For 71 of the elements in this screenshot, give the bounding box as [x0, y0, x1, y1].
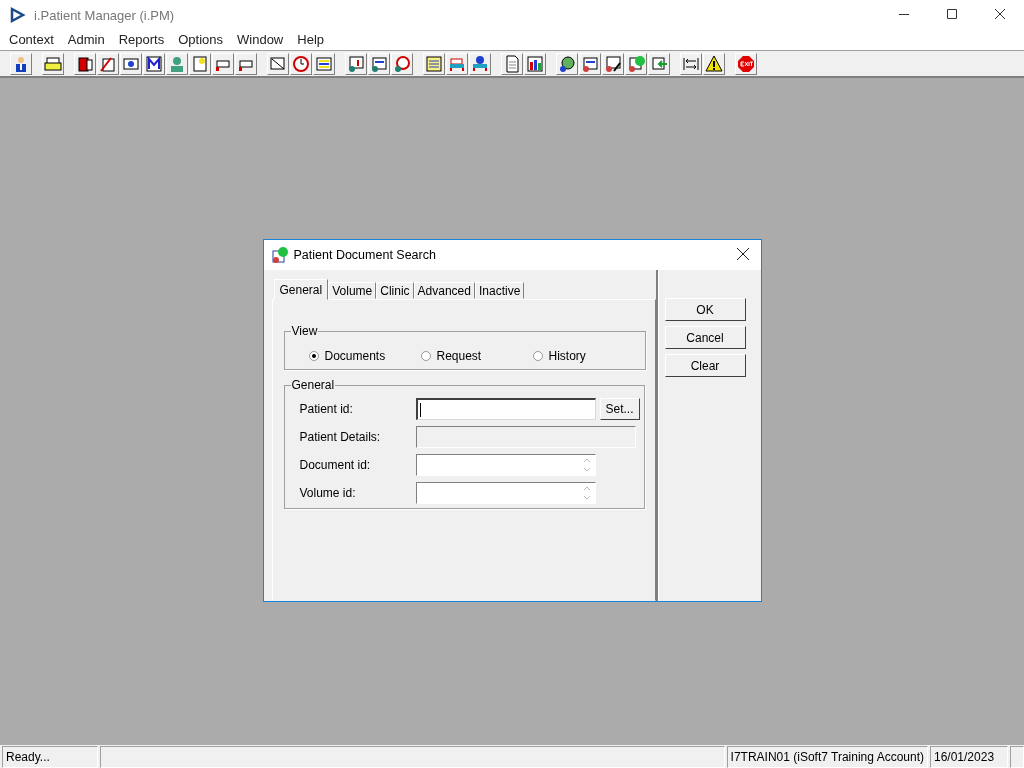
group-title: View [290, 324, 319, 338]
window-title: i.Patient Manager (i.PM) [34, 7, 175, 23]
menu-item[interactable]: Reports [111, 30, 172, 50]
spin-field[interactable] [415, 454, 596, 476]
toolbar-button[interactable] [10, 52, 32, 75]
group-title: General [290, 378, 336, 392]
clock-icon [393, 54, 411, 73]
tab[interactable]: General [273, 279, 329, 300]
radio-label[interactable]: History [548, 349, 586, 363]
field-label: Volume id: [299, 486, 357, 500]
field-label: Document id: [299, 458, 372, 472]
tab[interactable]: Inactive [474, 282, 525, 299]
status-date: 16/01/2023 [930, 746, 1008, 768]
menu-item[interactable]: Window [230, 30, 291, 50]
form-icon [370, 54, 388, 73]
clock-icon [292, 54, 310, 73]
menu-item[interactable]: Context [2, 30, 61, 50]
field-label: Patient Details: [299, 430, 382, 444]
arrow-icon [650, 54, 668, 73]
printer-icon [44, 54, 62, 73]
set-button[interactable]: Set... [599, 398, 640, 420]
status-message: Ready... [2, 746, 98, 768]
list-icon [315, 54, 333, 73]
stop-sign-icon [737, 54, 755, 73]
tab[interactable]: Advanced [413, 282, 475, 299]
tab[interactable]: Clinic [376, 282, 414, 299]
dialog-button[interactable]: Cancel [664, 326, 746, 349]
toolbar-button[interactable] [74, 52, 96, 75]
toolbar-button[interactable] [524, 52, 546, 75]
dialog-button[interactable]: OK [664, 298, 746, 321]
menu-item[interactable]: Options [171, 30, 230, 50]
radio-button[interactable] [420, 351, 431, 361]
toolbar-button[interactable] [120, 52, 142, 75]
letter-icon [145, 54, 163, 73]
maximize-icon[interactable] [946, 7, 958, 20]
input-field[interactable] [415, 398, 596, 420]
close-icon[interactable] [994, 7, 1006, 20]
menu-item[interactable]: Help [290, 30, 331, 50]
dialog-title: Patient Document Search [293, 248, 436, 262]
page-icon [503, 54, 521, 73]
status-account: I7TRAIN01 (iSoft7 Training Account) [726, 746, 928, 768]
doctor-icon [168, 54, 186, 73]
bar-chart-icon [526, 54, 544, 73]
globe-icon [558, 54, 576, 73]
menu-item[interactable]: Admin [60, 30, 112, 50]
radio-label[interactable]: Request [436, 349, 482, 363]
toolbar-button[interactable] [143, 52, 165, 75]
bed-icon [471, 54, 489, 73]
toolbar-button[interactable] [602, 52, 624, 75]
book-icon [76, 54, 94, 73]
toolbar-button[interactable] [313, 52, 335, 75]
form-icon [627, 54, 645, 73]
form-icon [581, 54, 599, 73]
toolbar-button[interactable] [469, 52, 491, 75]
radio-button[interactable] [532, 351, 543, 361]
note-icon [191, 54, 209, 73]
field-label: Patient id: [299, 402, 354, 416]
input-field[interactable] [415, 426, 636, 448]
spin-field[interactable] [415, 482, 596, 504]
toolbar-button[interactable] [703, 52, 725, 75]
toolbar-button[interactable] [579, 52, 601, 75]
form-icon [604, 54, 622, 73]
logo-icon [8, 6, 26, 24]
tab[interactable]: Volume [328, 282, 377, 299]
toolbar-button[interactable] [556, 52, 578, 75]
toolbar-button[interactable] [368, 52, 390, 75]
radio-label[interactable]: Documents [324, 349, 386, 363]
radio-button[interactable] [308, 351, 319, 361]
dialog-button[interactable]: Clear [664, 354, 746, 377]
warning-icon [705, 54, 723, 73]
list-icon [425, 54, 443, 73]
